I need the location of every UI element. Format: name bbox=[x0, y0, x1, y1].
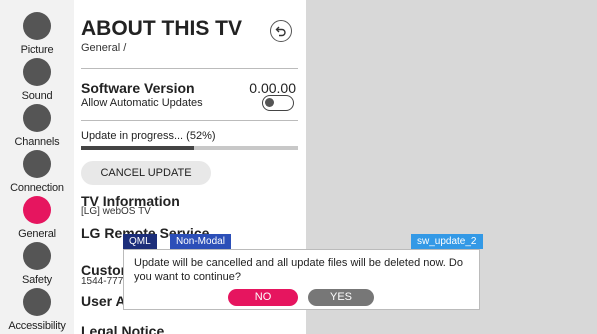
breadcrumb: General / bbox=[81, 42, 127, 54]
category-rail: Picture Sound Channels Connection Genera… bbox=[0, 0, 74, 334]
connection-icon bbox=[23, 150, 51, 178]
category-label: Safety bbox=[22, 274, 52, 286]
category-label: General bbox=[18, 228, 56, 240]
auto-update-toggle[interactable] bbox=[262, 95, 294, 111]
category-connection[interactable]: Connection bbox=[0, 150, 74, 194]
divider bbox=[81, 120, 298, 121]
back-arrow-icon bbox=[275, 26, 286, 37]
category-sound[interactable]: Sound bbox=[0, 58, 74, 102]
confirm-popup: Update will be cancelled and all update … bbox=[123, 249, 480, 310]
software-version-value: 0.00.00 bbox=[249, 80, 296, 96]
category-picture[interactable]: Picture bbox=[0, 12, 74, 56]
category-label: Accessibility bbox=[8, 320, 66, 332]
category-general[interactable]: General bbox=[0, 196, 74, 240]
category-label: Sound bbox=[21, 90, 53, 102]
no-button[interactable]: NO bbox=[228, 289, 298, 306]
qml-tag: QML bbox=[123, 234, 157, 249]
cancel-update-button[interactable]: CANCEL UPDATE bbox=[81, 161, 211, 185]
back-button[interactable] bbox=[270, 20, 292, 42]
tv-settings-screen: Picture Sound Channels Connection Genera… bbox=[0, 0, 597, 334]
category-accessibility[interactable]: Accessibility bbox=[0, 288, 74, 332]
divider bbox=[81, 68, 298, 69]
picture-icon bbox=[23, 12, 51, 40]
progress-label: Update in progress... (52%) bbox=[81, 130, 216, 142]
toggle-knob bbox=[265, 98, 274, 107]
accessibility-icon bbox=[23, 288, 51, 316]
general-icon bbox=[23, 196, 51, 224]
progress-fill bbox=[81, 146, 194, 150]
sound-icon bbox=[23, 58, 51, 86]
yes-button[interactable]: YES bbox=[308, 289, 374, 306]
customer-sub: 1544-7777 bbox=[81, 276, 129, 287]
page-title: ABOUT THIS TV bbox=[81, 17, 242, 40]
tv-information-sub: [LG] webOS TV bbox=[81, 206, 151, 217]
category-channels[interactable]: Channels bbox=[0, 104, 74, 148]
category-safety[interactable]: Safety bbox=[0, 242, 74, 286]
software-version-label: Software Version bbox=[81, 80, 195, 96]
category-label: Picture bbox=[20, 44, 54, 56]
channels-icon bbox=[23, 104, 51, 132]
menu-item-legal-notice[interactable]: Legal Notice bbox=[81, 323, 164, 334]
category-label: Channels bbox=[14, 136, 60, 148]
popup-message: Update will be cancelled and all update … bbox=[134, 257, 463, 283]
safety-icon bbox=[23, 242, 51, 270]
modal-tag: Non-Modal bbox=[170, 234, 231, 249]
auto-update-label: Allow Automatic Updates bbox=[81, 97, 203, 109]
category-label: Connection bbox=[10, 182, 64, 194]
popup-id-tag: sw_update_2 bbox=[411, 234, 483, 249]
update-progress-bar bbox=[81, 146, 298, 150]
